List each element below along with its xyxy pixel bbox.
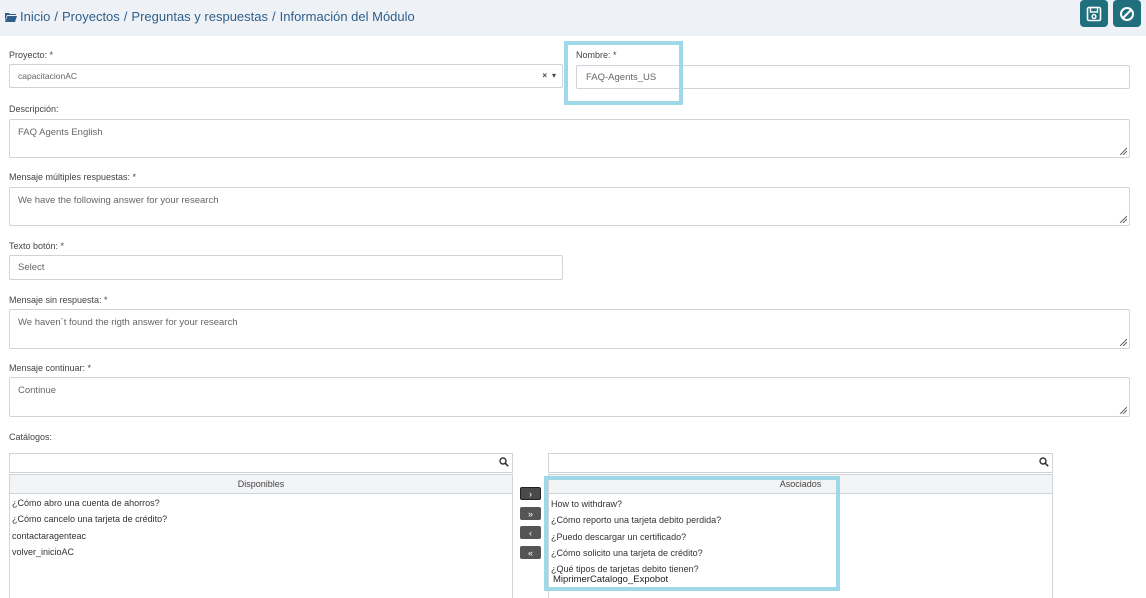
mensaje-multiples-label: Mensaje múltiples respuestas: * [9, 172, 137, 182]
asociados-list: Asociados How to withdraw? ¿Cómo reporto… [548, 474, 1053, 598]
list-item[interactable]: ¿Cómo reporto una tarjeta debito perdida… [549, 512, 1052, 528]
texto-boton-label: Texto botón: * [9, 241, 65, 251]
breadcrumb-proyectos[interactable]: Proyectos [62, 9, 120, 24]
breadcrumb-separator: / [272, 9, 276, 24]
mensaje-continuar-label: Mensaje continuar: * [9, 363, 92, 373]
proyecto-label: Proyecto: * [9, 50, 54, 60]
chevron-down-icon[interactable]: ▾ [552, 71, 556, 80]
texto-boton-value: Select [18, 262, 45, 273]
resize-handle-icon[interactable] [1119, 215, 1127, 223]
breadcrumb-preguntas[interactable]: Preguntas y respuestas [131, 9, 268, 24]
descripcion-textarea[interactable]: FAQ Agents English [9, 119, 1130, 158]
descripcion-value: FAQ Agents English [18, 127, 103, 138]
list-item[interactable]: ¿Cómo abro una cuenta de ahorros? [10, 495, 512, 511]
nombre-value: FAQ-Agents_US [586, 71, 657, 83]
proyecto-value: capacitacionAC [18, 71, 78, 81]
nombre-input[interactable]: FAQ-Agents_US [576, 65, 1130, 89]
disponibles-search-input[interactable] [9, 453, 513, 473]
list-item[interactable]: volver_inicioAC [10, 544, 512, 560]
floppy-disk-icon [1086, 6, 1102, 21]
list-item[interactable]: ¿Cómo solicito una tarjeta de crédito? [549, 545, 1052, 561]
save-button[interactable] [1080, 0, 1108, 27]
resize-handle-icon[interactable] [1119, 338, 1127, 346]
mensaje-multiples-textarea[interactable]: We have the following answer for your re… [9, 187, 1130, 226]
disponibles-list: Disponibles ¿Cómo abro una cuenta de aho… [9, 474, 513, 598]
disponibles-header: Disponibles [10, 475, 512, 494]
mensaje-sin-respuesta-label: Mensaje sin respuesta: * [9, 295, 108, 305]
proyecto-select[interactable]: capacitacionAC × ▾ [9, 64, 563, 88]
resize-handle-icon[interactable] [1119, 406, 1127, 414]
mensaje-sin-respuesta-value: We haven´t found the rigth answer for yo… [18, 317, 238, 328]
breadcrumb-separator: / [54, 9, 58, 24]
folder-open-icon [5, 12, 17, 22]
texto-boton-input[interactable]: Select [9, 255, 563, 280]
nombre-label: Nombre: * [576, 50, 617, 60]
breadcrumb-current: Información del Módulo [279, 9, 415, 24]
breadcrumb-inicio[interactable]: Inicio [20, 9, 50, 24]
move-left-button[interactable]: ‹ [520, 526, 541, 539]
search-icon [1039, 457, 1049, 467]
list-item[interactable]: contactaragenteac [10, 528, 512, 544]
list-item[interactable]: MiprimerCatalogo_Expobot [549, 572, 1052, 588]
catalogos-label: Catálogos: [9, 432, 53, 442]
move-all-left-button[interactable]: « [520, 546, 541, 559]
asociados-header: Asociados [549, 475, 1052, 494]
resize-handle-icon[interactable] [1119, 147, 1127, 155]
ban-icon [1120, 6, 1134, 21]
move-right-button[interactable]: › [520, 487, 541, 500]
list-item[interactable]: ¿Puedo descargar un certificado? [549, 529, 1052, 545]
breadcrumb: Inicio / Proyectos / Preguntas y respues… [5, 9, 415, 24]
clear-icon[interactable]: × [542, 71, 547, 80]
search-icon [499, 457, 509, 467]
mensaje-continuar-textarea[interactable]: Continue [9, 377, 1130, 417]
mensaje-multiples-value: We have the following answer for your re… [18, 195, 219, 206]
descripcion-label: Descripción: [9, 104, 59, 114]
breadcrumb-separator: / [123, 9, 128, 24]
list-item[interactable]: ¿Cómo cancelo una tarjeta de crédito? [10, 511, 512, 527]
asociados-search-input[interactable] [548, 453, 1053, 473]
mensaje-continuar-value: Continue [18, 385, 57, 396]
mensaje-sin-respuesta-textarea[interactable]: We haven´t found the rigth answer for yo… [9, 309, 1130, 349]
cancel-button[interactable] [1113, 0, 1141, 27]
list-item[interactable]: How to withdraw? [549, 496, 1052, 512]
move-all-right-button[interactable]: » [520, 507, 541, 520]
